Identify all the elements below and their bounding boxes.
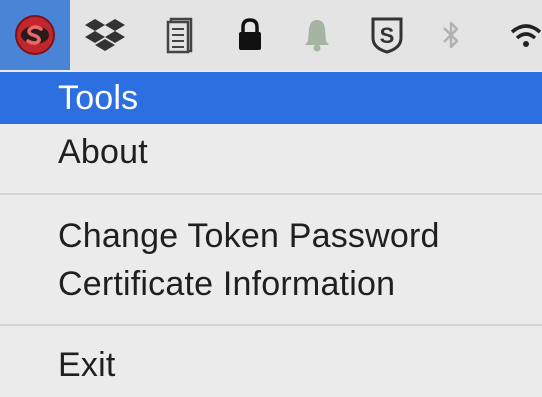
menu-item-tools[interactable]: Tools [0,72,542,124]
menu-item-change-token-password[interactable]: Change Token Password [0,210,542,262]
menu-item-certificate-information[interactable]: Certificate Information [0,258,542,310]
menu-item-tools-label: Tools [58,78,139,117]
lock-icon[interactable] [215,0,285,70]
menu-item-about-label: About [58,132,148,171]
clipboard-icon[interactable] [146,0,216,70]
menu-item-exit[interactable]: Exit [0,339,542,391]
s-token-app-icon[interactable] [0,0,70,70]
svg-text:S: S [380,23,395,48]
menu-item-certificate-information-label: Certificate Information [58,264,396,303]
menu-item-about[interactable]: About [0,126,542,178]
wifi-icon[interactable] [508,0,542,70]
menu-item-exit-label: Exit [58,345,116,384]
menu-separator [0,324,542,326]
menu-item-change-token-password-label: Change Token Password [58,216,440,255]
bell-icon[interactable] [282,0,352,70]
dropbox-icon[interactable] [70,0,140,70]
dropdown-menu: Tools About Change Token Password Certif… [0,70,542,397]
menu-bar: S [0,0,542,70]
menu-separator [0,193,542,195]
bluetooth-icon[interactable] [416,0,486,70]
s-shield-icon[interactable]: S [352,0,422,70]
